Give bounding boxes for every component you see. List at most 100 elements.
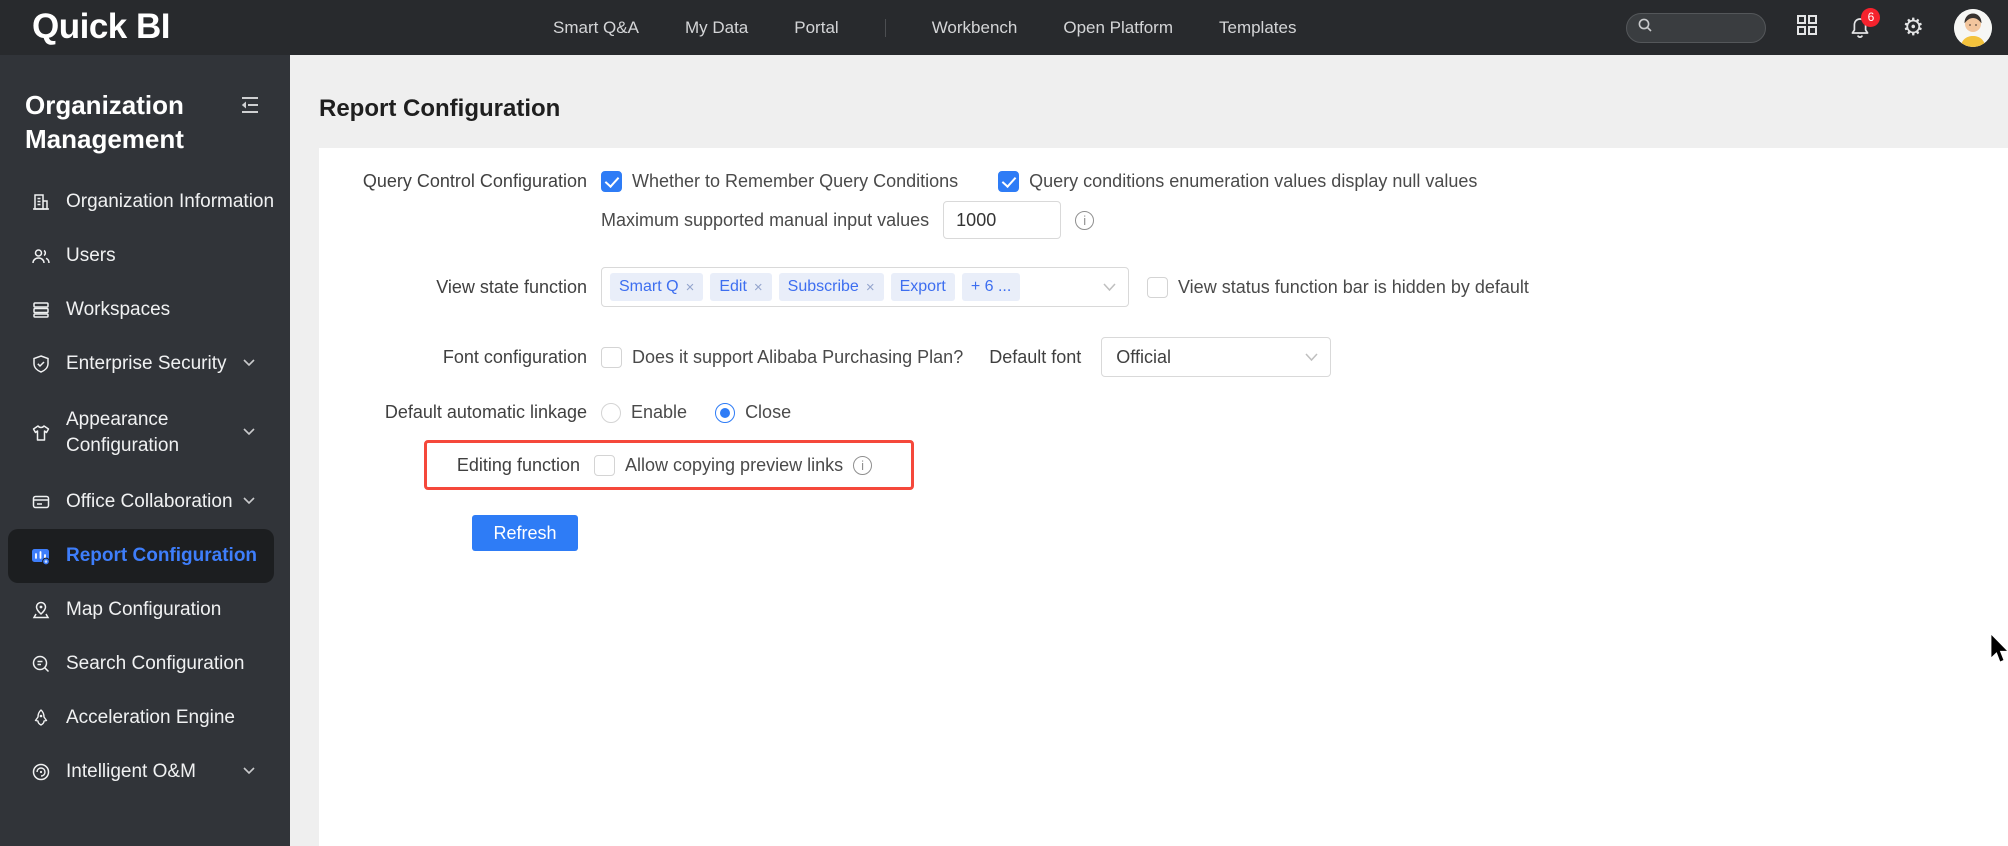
apps-grid-icon[interactable]: [1796, 14, 1818, 41]
sidebar-title: Organization Management: [25, 90, 184, 154]
alibaba-plan-checkbox[interactable]: [601, 346, 622, 368]
remember-query-checkbox[interactable]: [601, 171, 622, 192]
search-input[interactable]: [1626, 12, 1767, 43]
map-pin-icon: [30, 600, 51, 621]
allow-copy-preview-label[interactable]: Allow copying preview links: [625, 455, 843, 476]
sidebar-item-label: Search Configuration: [66, 653, 245, 674]
chevron-down-icon: [243, 497, 255, 505]
sidebar: Organization Management Organization Inf…: [0, 55, 290, 846]
chevron-down-icon: [243, 428, 255, 436]
max-input-label: Maximum supported manual input values: [601, 209, 930, 230]
sidebar-item-workspaces[interactable]: Workspaces: [0, 283, 290, 337]
card-icon: [30, 492, 51, 513]
sidebar-item-appearance-configuration[interactable]: Appearance Configuration: [0, 391, 290, 475]
hidden-by-default-label[interactable]: View status function bar is hidden by de…: [1178, 277, 1529, 298]
sidebar-item-label: Intelligent O&M: [66, 761, 196, 782]
menu-fold-icon[interactable]: [238, 93, 264, 119]
remove-tag-icon[interactable]: ×: [686, 279, 695, 296]
editing-function-highlight-box: Editing function Allow copying preview l…: [424, 440, 914, 490]
settings-gear-icon[interactable]: ⚙: [1902, 15, 1924, 40]
notification-badge: 6: [1861, 7, 1881, 27]
topbar: Quick BI Smart Q&A My Data Portal Workbe…: [0, 0, 2008, 55]
default-font-select[interactable]: Official: [1101, 337, 1332, 377]
sidebar-item-label: Enterprise Security: [66, 353, 227, 374]
mouse-cursor: [1990, 633, 2008, 669]
max-input-field[interactable]: [943, 201, 1062, 239]
nav-templates[interactable]: Templates: [1219, 18, 1296, 38]
sidebar-item-label: Office Collaboration: [66, 491, 233, 512]
topbar-actions: 6 ⚙: [1626, 0, 1992, 55]
nav-divider: [884, 18, 886, 37]
auto-linkage-label: Default automatic linkage: [384, 402, 587, 422]
query-control-label: Query Control Configuration: [362, 171, 587, 191]
sidebar-item-label: Organization Information: [66, 191, 275, 212]
default-font-label: Default font: [989, 346, 1082, 367]
main-content: Report Configuration Query Control Confi…: [290, 55, 2008, 846]
sidebar-item-map-configuration[interactable]: Map Configuration: [0, 583, 290, 637]
shield-check-icon: [30, 354, 51, 375]
building-icon: [30, 192, 51, 213]
font-config-label: Font configuration: [442, 346, 587, 367]
layers-icon: [30, 300, 51, 321]
hidden-by-default-checkbox[interactable]: [1147, 276, 1168, 298]
null-values-checkbox[interactable]: [998, 171, 1020, 192]
notifications-bell-icon[interactable]: 6: [1848, 7, 1881, 40]
view-state-tag-select[interactable]: Smart Q × Edit × Subscribe × Export + 6 ...: [601, 267, 1129, 307]
search-doc-icon: [30, 654, 51, 675]
sidebar-item-report-configuration[interactable]: Report Configuration: [8, 529, 274, 583]
tag-subscribe[interactable]: Subscribe ×: [778, 273, 884, 301]
enable-label[interactable]: Enable: [631, 402, 687, 423]
sidebar-item-label: Report Configuration: [66, 545, 258, 566]
info-icon[interactable]: i: [1075, 210, 1095, 230]
top-navigation: Smart Q&A My Data Portal Workbench Open …: [553, 0, 1296, 55]
sidebar-item-label: Map Configuration: [66, 599, 222, 620]
sidebar-item-users[interactable]: Users: [0, 229, 290, 283]
sidebar-item-label: Users: [66, 245, 116, 266]
default-font-value: Official: [1116, 346, 1171, 367]
remove-tag-icon[interactable]: ×: [866, 279, 875, 296]
sidebar-item-organization-information[interactable]: Organization Information: [0, 175, 290, 229]
editing-function-label: Editing function: [456, 454, 580, 475]
tag-export[interactable]: Export: [890, 273, 955, 301]
settings-card: Query Control Configuration Whether to R…: [319, 148, 2008, 846]
sidebar-menu: Organization Information Users Workspace…: [0, 175, 290, 799]
sidebar-item-label: Acceleration Engine: [66, 707, 235, 728]
sidebar-item-intelligent-om[interactable]: Intelligent O&M: [0, 745, 290, 799]
tag-more[interactable]: + 6 ...: [961, 273, 1021, 301]
user-avatar[interactable]: [1954, 8, 1992, 47]
nav-workbench[interactable]: Workbench: [932, 18, 1018, 38]
users-icon: [30, 246, 51, 267]
chevron-down-icon: [1103, 283, 1116, 292]
enable-radio[interactable]: [601, 402, 621, 423]
sidebar-item-search-configuration[interactable]: Search Configuration: [0, 637, 290, 691]
refresh-button[interactable]: Refresh: [472, 515, 578, 551]
quick-bi-logo[interactable]: Quick BI: [32, 7, 170, 47]
close-label[interactable]: Close: [745, 402, 791, 423]
remember-query-label[interactable]: Whether to Remember Query Conditions: [632, 171, 958, 192]
sidebar-item-label: Workspaces: [66, 299, 171, 320]
info-icon[interactable]: i: [853, 455, 873, 475]
font-config-row: Font configuration Does it support Aliba…: [339, 337, 2008, 377]
sidebar-item-office-collaboration[interactable]: Office Collaboration: [0, 475, 290, 529]
tag-edit[interactable]: Edit ×: [710, 273, 772, 301]
alibaba-plan-label[interactable]: Does it support Alibaba Purchasing Plan?: [632, 347, 963, 368]
nav-open-platform[interactable]: Open Platform: [1063, 18, 1173, 38]
nav-portal[interactable]: Portal: [794, 18, 838, 38]
view-state-label: View state function: [436, 276, 587, 297]
tag-smart-q[interactable]: Smart Q ×: [610, 273, 704, 301]
nav-my-data[interactable]: My Data: [685, 18, 748, 38]
remove-tag-icon[interactable]: ×: [754, 279, 763, 296]
close-radio[interactable]: [715, 402, 736, 423]
sidebar-item-acceleration-engine[interactable]: Acceleration Engine: [0, 691, 290, 745]
rocket-icon: [30, 708, 51, 729]
gauge-icon: [30, 762, 51, 783]
null-values-label[interactable]: Query conditions enumeration values disp…: [1029, 171, 1477, 192]
view-state-row: View state function Smart Q × Edit × Subsc…: [339, 267, 2008, 307]
sidebar-item-enterprise-security[interactable]: Enterprise Security: [0, 337, 290, 391]
nav-smart-qa[interactable]: Smart Q&A: [553, 18, 639, 38]
allow-copy-preview-checkbox[interactable]: [594, 454, 615, 476]
tshirt-icon: [30, 423, 51, 444]
chevron-down-icon: [243, 359, 255, 367]
sidebar-item-label: Appearance Configuration: [66, 409, 180, 456]
chevron-down-icon: [1305, 353, 1318, 362]
